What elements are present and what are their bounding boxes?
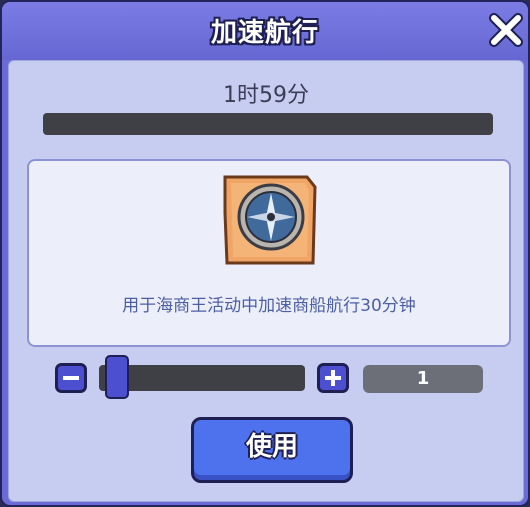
minus-button[interactable] bbox=[55, 363, 87, 393]
item-description: 用于海商王活动中加速商船航行30分钟 bbox=[122, 296, 416, 316]
sailing-progress-bar bbox=[43, 113, 493, 135]
dialog-title: 加速航行 bbox=[210, 18, 319, 48]
slider-handle[interactable] bbox=[105, 355, 129, 399]
use-button[interactable]: 使用 bbox=[191, 417, 353, 483]
quantity-slider[interactable] bbox=[99, 355, 305, 399]
quantity-field[interactable]: 1 bbox=[363, 365, 483, 393]
dialog-header: 加速航行 bbox=[2, 2, 528, 60]
remaining-time: 1时59分 bbox=[223, 83, 309, 108]
dialog-body: 1时59分 用于海商王活动中加速商船航行30分钟 1 使用 bbox=[8, 60, 524, 502]
compass-icon bbox=[221, 173, 317, 267]
item-panel: 用于海商王活动中加速商船航行30分钟 bbox=[27, 159, 511, 347]
accelerate-dialog: 加速航行 1时59分 用于海商王活动中加速商船航行30分钟 1 使用 bbox=[0, 0, 530, 507]
close-icon[interactable] bbox=[486, 10, 526, 50]
plus-button[interactable] bbox=[317, 363, 349, 393]
